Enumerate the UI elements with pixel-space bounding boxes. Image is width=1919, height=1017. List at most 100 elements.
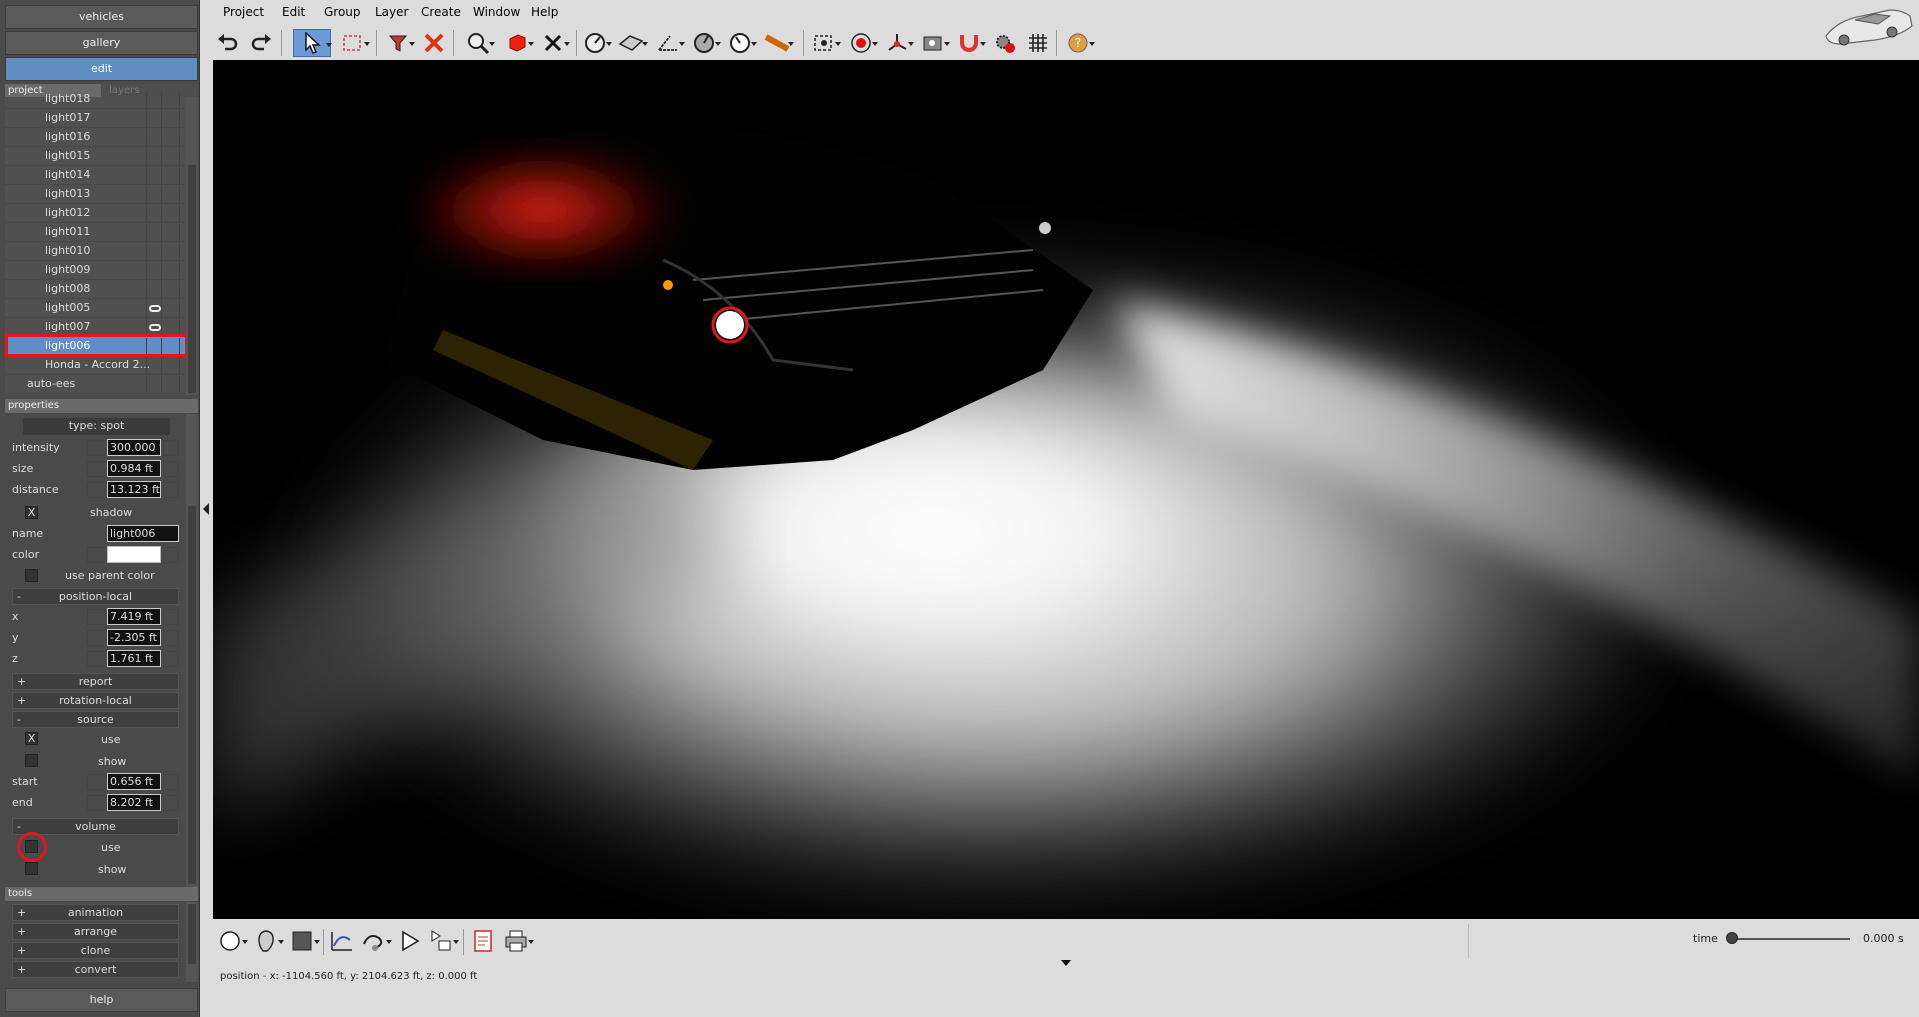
tree-scrollbar[interactable] xyxy=(186,97,198,395)
tree-item-visibility-toggle[interactable] xyxy=(162,300,180,317)
tree-item[interactable]: light013 xyxy=(5,185,185,204)
tree-item-visibility-toggle[interactable] xyxy=(162,376,180,393)
intensity-field[interactable]: 300.000 % xyxy=(107,439,161,456)
tree-item[interactable]: light011 xyxy=(5,223,185,242)
gears-icon[interactable] xyxy=(990,29,1020,57)
tree-item-visibility-toggle[interactable] xyxy=(162,281,180,298)
gauge-icon[interactable] xyxy=(580,29,612,57)
use-parent-color-checkbox[interactable] xyxy=(25,569,38,582)
tree-item-visibility-toggle[interactable] xyxy=(162,91,180,108)
menu-layer[interactable]: Layer xyxy=(375,5,408,19)
size-anim-button[interactable] xyxy=(163,461,179,477)
y-field[interactable]: -2.305 ft xyxy=(107,629,161,646)
3d-viewport[interactable] xyxy=(213,60,1919,919)
tree-item[interactable]: light017 xyxy=(5,109,185,128)
tree-item-link-toggle[interactable] xyxy=(146,167,162,184)
tree-item[interactable]: light010 xyxy=(5,242,185,261)
play-icon[interactable] xyxy=(395,927,425,955)
tree-item-link-toggle[interactable] xyxy=(146,281,162,298)
help-button[interactable]: help xyxy=(5,988,198,1012)
tree-item-link-toggle[interactable] xyxy=(146,205,162,222)
size-field[interactable]: 0.984 ft xyxy=(107,460,161,477)
tree-item[interactable]: light009 xyxy=(5,261,185,280)
x-field[interactable]: 7.419 ft xyxy=(107,608,161,625)
menu-help[interactable]: Help xyxy=(531,5,558,19)
vehicles-button[interactable]: vehicles xyxy=(5,5,198,29)
tree-item[interactable]: Honda - Accord 2... xyxy=(5,356,185,375)
camera-target-icon[interactable] xyxy=(809,29,841,57)
properties-scrollbar[interactable] xyxy=(186,414,198,887)
status-expand-arrow[interactable] xyxy=(1061,960,1071,966)
tree-item-visibility-toggle[interactable] xyxy=(162,129,180,146)
tree-item-link-toggle[interactable] xyxy=(146,186,162,203)
name-field[interactable]: light006 xyxy=(107,525,179,542)
gallery-button[interactable]: gallery xyxy=(5,31,198,55)
select-arrow-icon[interactable] xyxy=(293,29,332,57)
volume-show-checkbox[interactable] xyxy=(25,862,38,875)
plane-icon[interactable] xyxy=(616,29,648,57)
tree-item-link-toggle[interactable] xyxy=(146,262,162,279)
source-use-checkbox[interactable]: X xyxy=(25,732,38,745)
record-icon[interactable] xyxy=(846,29,878,57)
tree-item[interactable]: light005 xyxy=(5,299,185,318)
print-icon[interactable] xyxy=(501,927,534,955)
tool-section-animation[interactable]: + animation xyxy=(12,904,179,921)
grid-icon[interactable] xyxy=(1023,29,1053,57)
tool-section-arrange[interactable]: + arrange xyxy=(12,923,179,940)
undo-icon[interactable] xyxy=(213,29,243,57)
z-field[interactable]: 1.761 ft xyxy=(107,650,161,667)
delete-icon[interactable] xyxy=(419,29,449,57)
y-anim-button[interactable] xyxy=(163,630,179,646)
axis-x-icon[interactable] xyxy=(538,29,570,57)
tree-item-link-toggle[interactable] xyxy=(146,91,162,108)
tool-section-clone[interactable]: + clone xyxy=(12,942,179,959)
dial-icon[interactable] xyxy=(689,29,721,57)
tree-item-link-toggle[interactable] xyxy=(146,148,162,165)
time-slider-track[interactable] xyxy=(1732,938,1850,940)
tree-item-visibility-toggle[interactable] xyxy=(162,262,180,279)
snapshot-icon[interactable] xyxy=(918,29,950,57)
tool-section-convert[interactable]: + convert xyxy=(12,961,179,978)
report-header[interactable]: + report xyxy=(12,673,179,690)
gizmo-icon[interactable] xyxy=(882,29,914,57)
source-header[interactable]: - source xyxy=(12,711,179,728)
source-show-checkbox[interactable] xyxy=(25,754,38,767)
tree-item-visibility-toggle[interactable] xyxy=(162,167,180,184)
properties-scroll-thumb[interactable] xyxy=(188,506,196,884)
tree-item-link-toggle[interactable] xyxy=(146,300,162,317)
help-icon[interactable]: ? xyxy=(1063,29,1095,57)
tree-item-link-toggle[interactable] xyxy=(146,110,162,127)
menu-create[interactable]: Create xyxy=(421,5,461,19)
tree-item[interactable]: light008 xyxy=(5,280,185,299)
start-anim-button[interactable] xyxy=(163,774,179,790)
time-slider-knob[interactable] xyxy=(1726,932,1738,944)
color-anim-button[interactable] xyxy=(163,547,179,563)
x-anim-button[interactable] xyxy=(163,609,179,625)
distance-field[interactable]: 13.123 ft xyxy=(107,481,161,498)
tree-item[interactable]: light016 xyxy=(5,128,185,147)
tree-item-visibility-toggle[interactable] xyxy=(162,243,180,260)
tree-item-visibility-toggle[interactable] xyxy=(162,205,180,222)
tree-item-link-toggle[interactable] xyxy=(146,224,162,241)
graph-editor-icon[interactable] xyxy=(327,927,357,955)
material-swatch-icon[interactable] xyxy=(287,927,320,955)
tree-item[interactable]: auto-ees xyxy=(5,375,185,394)
tree-item-link-toggle[interactable] xyxy=(146,243,162,260)
circle-shape-icon[interactable] xyxy=(215,927,248,955)
end-field[interactable]: 8.202 ft xyxy=(107,794,161,811)
distance-anim-button[interactable] xyxy=(163,482,179,498)
position-local-header[interactable]: - position-local xyxy=(12,588,179,605)
play-frames-icon[interactable] xyxy=(426,927,459,955)
intensity-anim-button[interactable] xyxy=(163,440,179,456)
collapse-panel-arrow[interactable] xyxy=(203,503,209,515)
head-model-icon[interactable] xyxy=(251,927,284,955)
start-field[interactable]: 0.656 ft xyxy=(107,773,161,790)
tree-item-link-toggle[interactable] xyxy=(146,376,162,393)
filter-select-icon[interactable] xyxy=(383,29,415,57)
shadow-checkbox[interactable]: X xyxy=(25,506,38,519)
tree-item-visibility-toggle[interactable] xyxy=(162,186,180,203)
meter-icon[interactable] xyxy=(725,29,757,57)
tree-item-link-toggle[interactable] xyxy=(146,357,162,374)
tools-scrollbar[interactable] xyxy=(186,902,198,982)
tools-scroll-thumb[interactable] xyxy=(188,904,196,964)
